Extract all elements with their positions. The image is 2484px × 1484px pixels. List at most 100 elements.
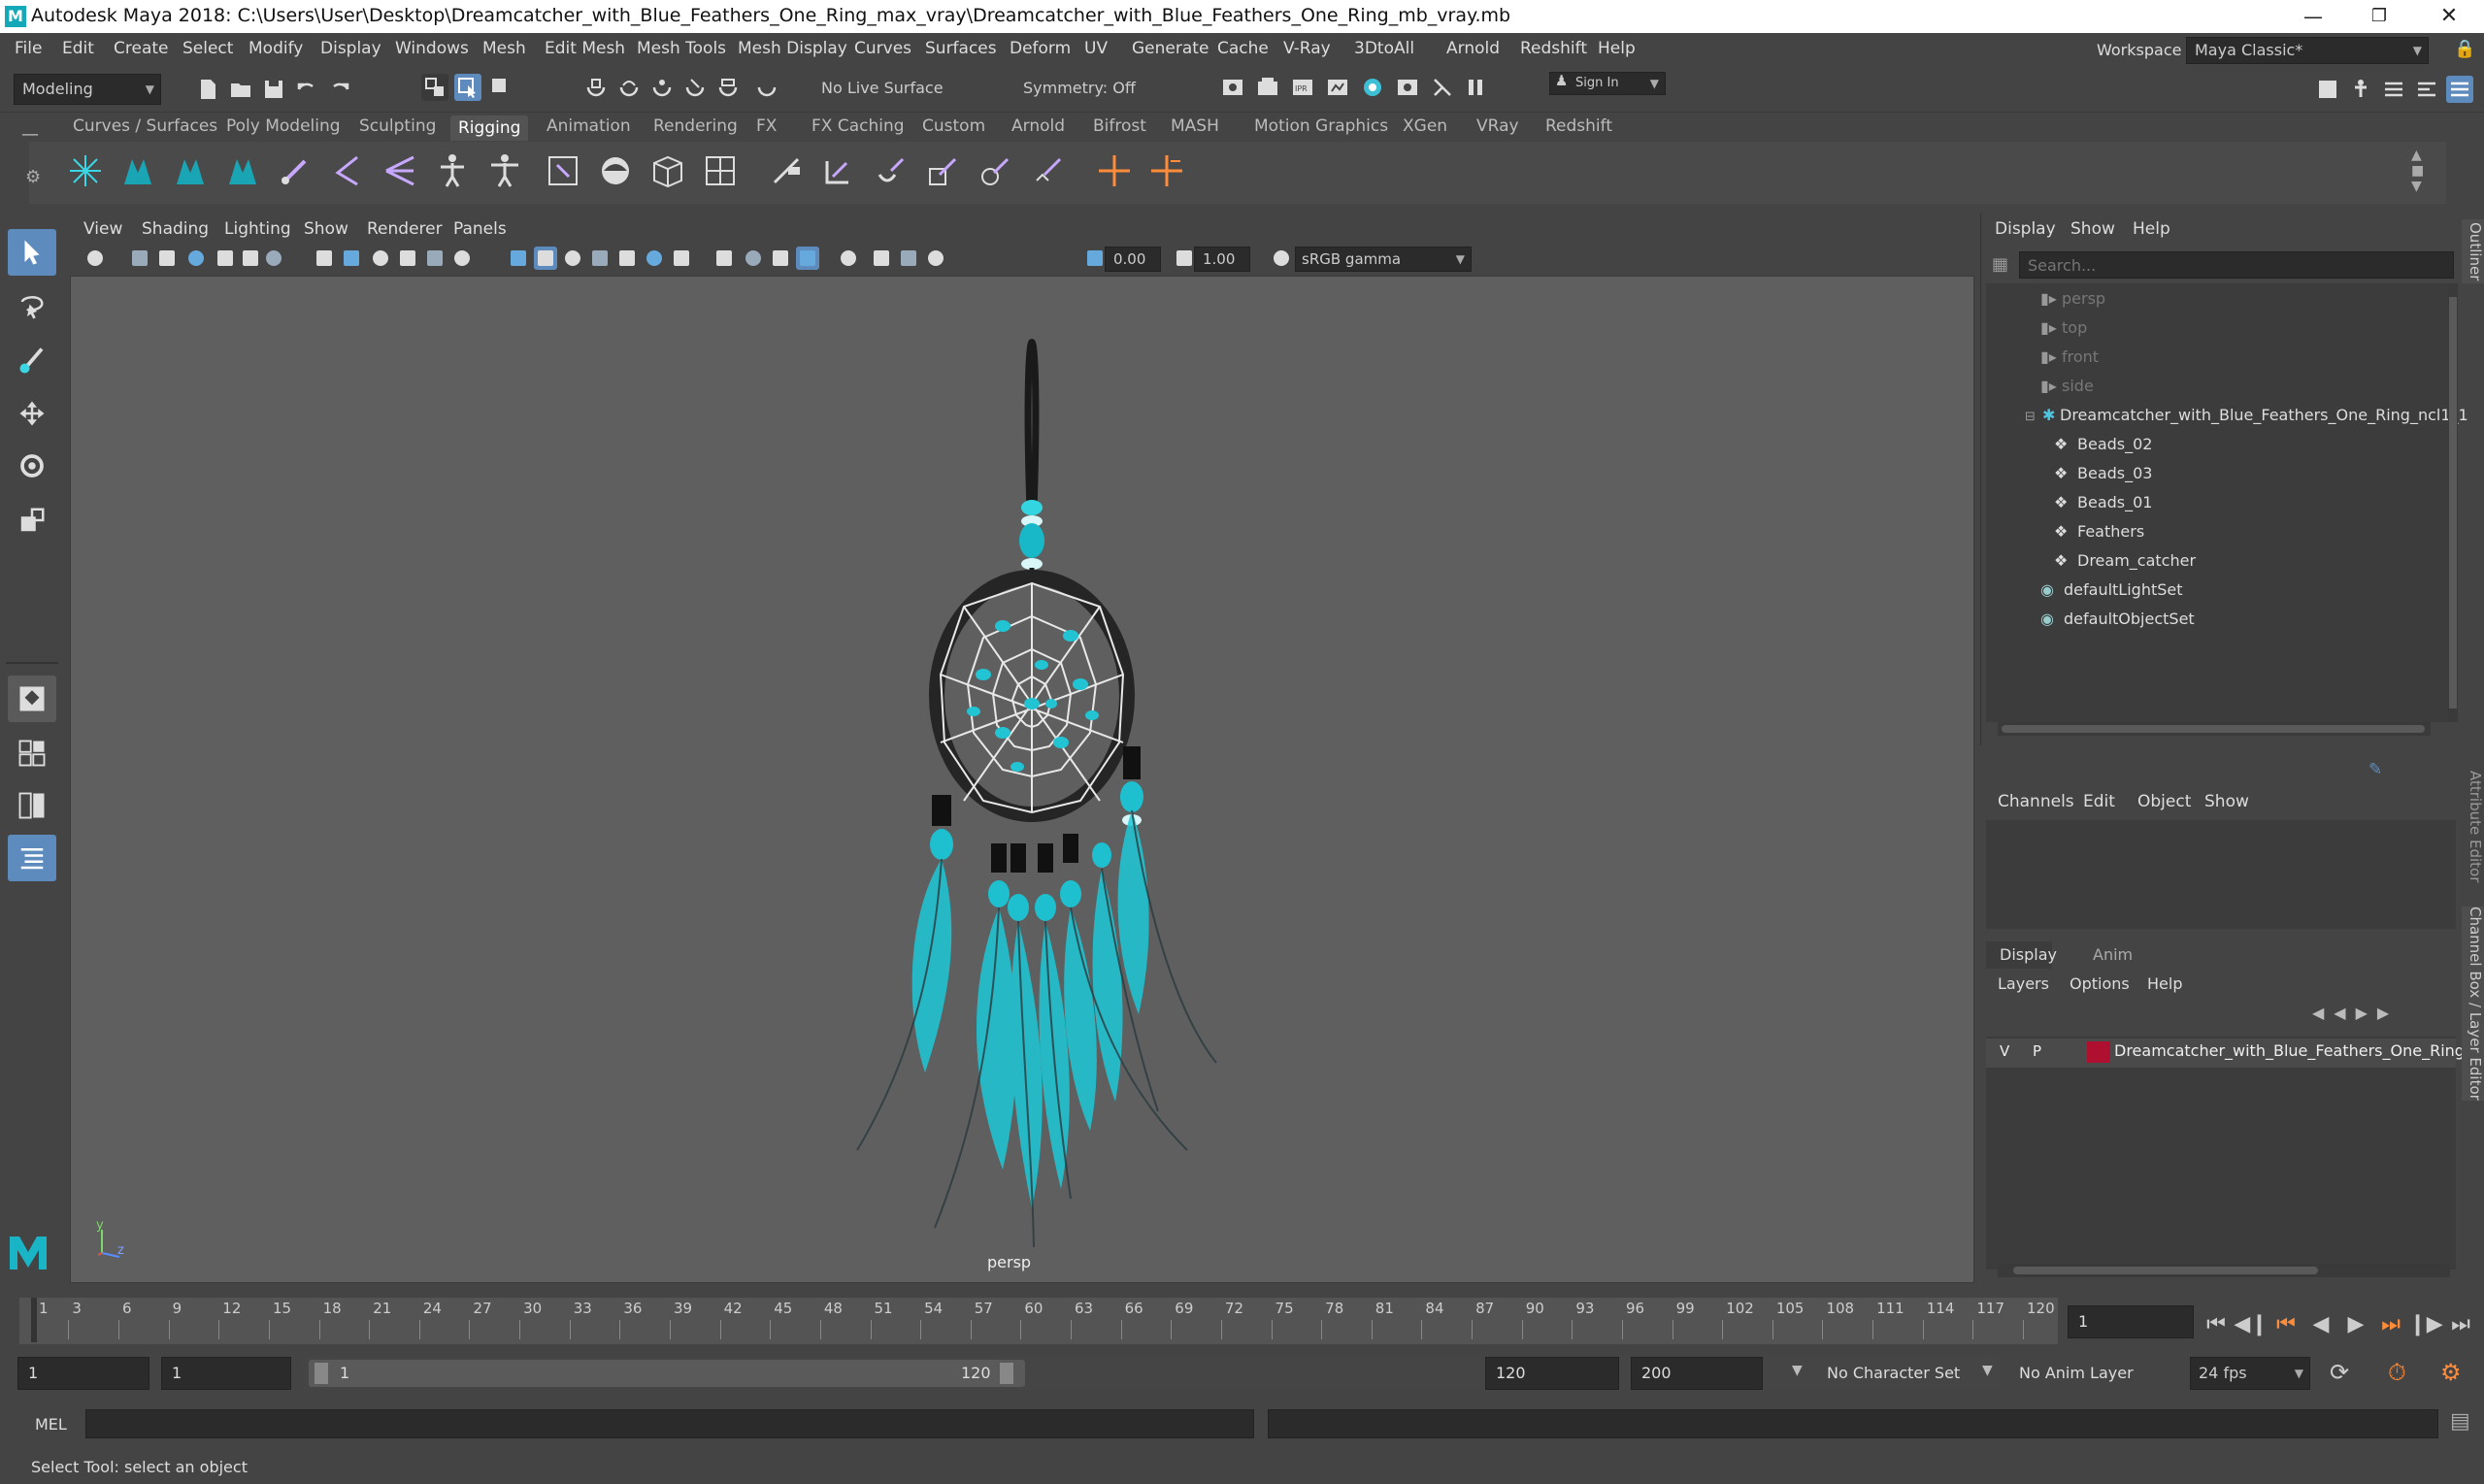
channel-box-toggle-icon[interactable] [2446,76,2473,103]
side-tab-outliner[interactable]: Outliner [2462,219,2484,283]
persp-outliner-layout-icon[interactable] [8,782,56,829]
expand-toggle-icon[interactable]: ⊟ [2025,410,2042,424]
outliner-item[interactable]: ▮▸ top [2040,318,2087,337]
range-slider-bar[interactable] [309,1360,1025,1387]
ik-spline-icon[interactable] [167,148,214,194]
menu-cache[interactable]: Cache [1217,39,1269,58]
outliner-item[interactable]: ❖ Feathers [2054,522,2144,541]
layer-hscrollbar[interactable] [1998,1264,2450,1277]
menu-redshift[interactable]: Redshift [1520,39,1587,58]
quick-rig-icon[interactable] [429,148,476,194]
field-chart-icon[interactable] [423,247,447,270]
wireframe-icon[interactable] [507,247,530,270]
go-to-start-icon[interactable]: ⏮ [2202,1309,2231,1338]
locator-icon[interactable] [1091,148,1138,194]
isolate-select-icon[interactable] [837,247,860,270]
gamma-field[interactable]: 1.00 [1194,247,1250,272]
vray-render-icon[interactable] [1394,74,1421,101]
outliner-item[interactable]: ▮▸ side [2040,377,2094,395]
animation-end-field[interactable]: 200 [1631,1357,1763,1390]
outliner-item[interactable]: ◉ defaultObjectSet [2040,610,2195,628]
grease-pencil-icon[interactable] [262,247,285,270]
save-scene-icon[interactable] [260,76,287,103]
menu-create[interactable]: Create [114,39,169,58]
anim-layer-dropdown-icon[interactable]: ▼ [1982,1363,1993,1378]
pole-vector-icon[interactable] [1025,148,1072,194]
step-forward-frame-icon[interactable]: ⏭ [2376,1309,2405,1338]
loop-icon[interactable]: ⟳ [2330,1359,2349,1386]
menu-curves[interactable]: Curves [854,39,911,58]
menu-display[interactable]: Display [320,39,381,58]
exposure-field[interactable]: 0.00 [1105,247,1161,272]
outliner-item[interactable]: ⊟ ✱ Dreamcatcher_with_Blue_Feathers_One_Ri… [2025,406,2468,424]
minimize-button[interactable]: — [2286,0,2340,33]
menu-modify[interactable]: Modify [248,39,303,58]
range-slider-left-handle[interactable] [315,1363,328,1384]
shelf-tab-fx-caching[interactable]: FX Caching [811,116,905,136]
redshift-render-icon[interactable] [1429,74,1456,101]
xray-icon[interactable] [796,247,819,270]
safe-action-icon[interactable] [450,247,474,270]
ipr-render-icon[interactable]: IPR [1289,74,1316,101]
menu-set-select[interactable]: Modeling ▼ [14,74,161,105]
menu-select[interactable]: Select [182,39,233,58]
shelf-tab-arnold[interactable]: Arnold [1011,116,1065,136]
outliner-menu-help[interactable]: Help [2133,219,2170,239]
bind-skin-icon[interactable] [540,148,586,194]
outliner-layout-icon[interactable] [8,835,56,881]
pause-render-icon[interactable] [1462,74,1489,101]
outliner-item[interactable]: ❖ Beads_03 [2054,464,2152,482]
shelf-tab-redshift[interactable]: Redshift [1545,116,1612,136]
shelf-tab-poly-modeling[interactable]: Poly Modeling [226,116,341,136]
layer-menu-layers[interactable]: Layers [1998,974,2049,993]
snap-pivot-icon[interactable] [753,74,780,101]
film-gate-icon[interactable] [340,247,363,270]
xray-active-icon[interactable] [897,247,920,270]
shadows-icon[interactable] [643,247,666,270]
snap-view-icon[interactable] [681,74,709,101]
single-perspective-layout-icon[interactable] [8,676,56,722]
animation-start-field[interactable]: 1 [17,1357,149,1390]
outliner-hscrollbar[interactable] [1998,722,2431,736]
shelf-tab-rendering[interactable]: Rendering [653,116,738,136]
channelbox-menu-object[interactable]: Object [2137,792,2191,811]
layer-tab-anim[interactable]: Anim [2093,945,2133,964]
anim-prefs-icon[interactable]: ⚙ [2440,1359,2462,1386]
menu-mesh-display[interactable]: Mesh Display [738,39,847,58]
menu-edit-mesh[interactable]: Edit Mesh [545,39,625,58]
smooth-shade-icon[interactable] [534,247,557,270]
parent-constraint-icon[interactable] [815,148,862,194]
smooth-bind-icon[interactable] [592,148,639,194]
menu-mesh[interactable]: Mesh [482,39,526,58]
side-tab-channel-box[interactable]: Channel Box / Layer Editor [2462,907,2484,1101]
motion-blur-icon[interactable] [712,247,736,270]
range-slider-right-handle[interactable] [1000,1363,1013,1384]
play-forwards-icon[interactable]: ▶ [2341,1309,2370,1338]
four-view-layout-icon[interactable] [8,730,56,776]
outliner-item[interactable]: ◉ defaultLightSet [2040,580,2183,599]
move-tool-icon[interactable] [8,390,56,437]
image-plane-icon[interactable] [214,247,237,270]
snap-point-icon[interactable] [648,74,676,101]
select-camera-icon[interactable] [83,247,107,270]
live-surface-field[interactable]: No Live Surface [813,74,978,105]
character-set-field[interactable]: No Character Set [1827,1364,1960,1382]
snap-grid-icon[interactable] [582,74,610,101]
outliner-menu-display[interactable]: Display [1995,219,2056,239]
view-transform-icon[interactable] [1270,247,1293,270]
viewport-menu-renderer[interactable]: Renderer [367,219,443,239]
open-scene-icon[interactable] [227,76,254,103]
command-language-label[interactable]: MEL [35,1415,67,1434]
resolution-gate-icon[interactable] [369,247,392,270]
lock-icon[interactable]: 🔒 [2454,39,2475,59]
xray-joints-icon[interactable] [870,247,893,270]
outliner-item[interactable]: ❖ Dream_catcher [2054,551,2196,570]
paint-select-icon[interactable] [8,338,56,384]
lasso-tool-icon[interactable] [8,283,56,330]
point-constraint-icon[interactable] [868,148,914,194]
depth-of-field-icon[interactable] [769,247,792,270]
viewport-menu-lighting[interactable]: Lighting [224,219,291,239]
shelf-tab-animation[interactable]: Animation [546,116,631,136]
bookmarks-icon[interactable] [184,247,208,270]
outliner-filter-icon[interactable]: ▦ [1992,254,2008,275]
